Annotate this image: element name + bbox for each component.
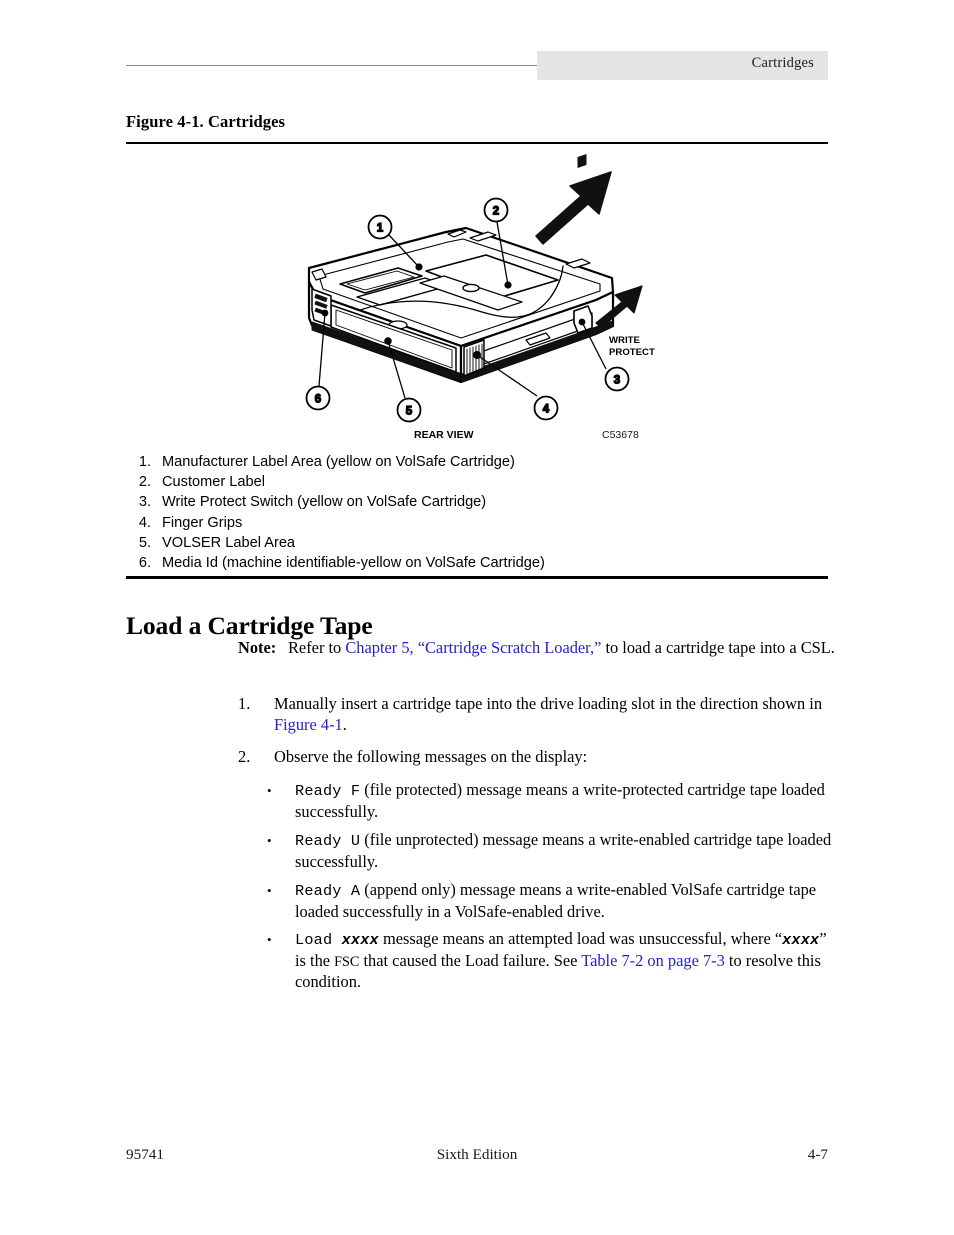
link-table-7-2[interactable]: Table 7-2 on page 7-3 <box>581 951 725 970</box>
message-code-variable: xxxx <box>341 931 379 949</box>
bullet-item: • Ready U (file unprotected) message mea… <box>267 830 837 872</box>
figure-cartridge-diagram: 1 2 3 4 5 6 WRITE PROTECT REAR VIEW C536… <box>126 150 828 450</box>
legend-item-number: 1. <box>138 454 151 470</box>
bullet-text: Ready F (file protected) message means a… <box>295 780 837 822</box>
callout-3-label: 3 <box>614 375 620 387</box>
figure-caption: Figure 4-1. Cartridges <box>126 112 286 131</box>
running-head-band: Cartridges <box>537 51 828 80</box>
write-protect-label-line2: PROTECT <box>609 347 655 358</box>
abbreviation-fsc: FSC <box>334 953 360 970</box>
step-text-before: Manually insert a cartridge tape into th… <box>274 694 823 713</box>
message-code: Ready U <box>295 832 361 850</box>
legend-item-text: Media Id (machine identifiable-yellow on… <box>162 555 545 572</box>
media-id-block <box>311 288 332 327</box>
step-text: Observe the following messages on the di… <box>274 747 588 766</box>
bullet-description-part-3: that caused the Load failure. See <box>359 950 582 970</box>
legend-item: 4. Finger Grips <box>126 513 828 533</box>
bullet-text: Ready A (append only) message means a wr… <box>295 880 837 922</box>
bullet-marker: • <box>267 833 272 848</box>
note-label: Note: <box>238 638 277 657</box>
write-protect-switch-slider <box>577 154 587 168</box>
bullet-item: • Load xxxx message means an attempted l… <box>267 929 837 993</box>
message-code: Load <box>295 931 342 949</box>
callout-5-label: 5 <box>406 406 413 418</box>
legend-item: 2. Customer Label <box>126 472 828 492</box>
page-footer: 95741 Sixth Edition 4-7 <box>126 1146 828 1170</box>
step-text-after: . <box>342 714 347 734</box>
link-figure-4-1[interactable]: Figure 4-1 <box>274 715 343 734</box>
legend-bottom-rule <box>126 576 828 579</box>
customer-label-hub-hole <box>462 283 480 293</box>
bullet-marker: • <box>267 883 272 898</box>
callout-2-label: 2 <box>493 206 499 218</box>
rear-view-label: REAR VIEW <box>414 429 474 441</box>
insert-direction-arrow <box>535 171 612 245</box>
step-item: 1. Manually insert a cartridge tape into… <box>238 694 838 735</box>
running-head-text: Cartridges <box>751 55 814 71</box>
legend-item-text: VOLSER Label Area <box>162 534 296 551</box>
link-cartridge-scratch-loader[interactable]: Chapter 5, “Cartridge Scratch Loader,” <box>345 638 601 657</box>
callout-6-label: 6 <box>315 394 321 406</box>
bullet-text: Ready U (file unprotected) message means… <box>295 830 837 872</box>
legend-item: 5. VOLSER Label Area <box>126 533 828 553</box>
legend-item-number: 3. <box>138 494 151 511</box>
bullet-description: (file unprotected) message means a write… <box>295 830 832 871</box>
figure-top-rule <box>126 142 828 145</box>
callout-2-dot <box>504 281 512 289</box>
note-text-after: to load a cartridge tape into a CSL. <box>601 638 835 657</box>
message-code: Ready A <box>295 882 361 900</box>
step-number: 1. <box>238 694 251 713</box>
legend-item-text: Manufacturer Label Area (yellow on VolSa… <box>162 454 515 470</box>
callout-1-dot <box>415 263 423 271</box>
footer-page-number: 4-7 <box>807 1146 828 1163</box>
callout-1-label: 1 <box>377 223 384 235</box>
figure-legend-list: 1. Manufacturer Label Area (yellow on Vo… <box>126 452 828 573</box>
variable-placeholder: xxxx <box>782 931 820 949</box>
legend-item: 1. Manufacturer Label Area (yellow on Vo… <box>126 452 828 472</box>
legend-item-number: 2. <box>138 474 151 491</box>
legend-item-text: Finger Grips <box>162 514 243 531</box>
legend-item-number: 5. <box>138 534 151 551</box>
write-protect-label-line1: WRITE <box>609 335 641 346</box>
callout-5-dot <box>384 337 392 345</box>
step-item: 2. Observe the following messages on the… <box>238 747 838 768</box>
note-block: Note: Refer to Chapter 5, “Cartridge Scr… <box>238 638 838 659</box>
section-heading: Load a Cartridge Tape <box>126 611 373 641</box>
bullet-marker: • <box>267 932 272 947</box>
step-number: 2. <box>238 747 251 766</box>
bullet-item: • Ready A (append only) message means a … <box>267 880 837 922</box>
message-code: Ready F <box>295 782 361 800</box>
step-text: Manually insert a cartridge tape into th… <box>274 694 838 735</box>
bullet-item: • Ready F (file protected) message means… <box>267 780 837 822</box>
bullet-description: (file protected) message means a write-p… <box>295 780 825 821</box>
callout-4-label: 4 <box>543 404 550 416</box>
legend-item-number: 4. <box>138 514 151 531</box>
bullet-text: Load xxxx message means an attempted loa… <box>295 929 837 993</box>
page-header: Cartridges <box>0 0 954 100</box>
bullet-description: (append only) message means a write-enab… <box>295 880 817 921</box>
legend-item-number: 6. <box>138 555 151 572</box>
callout-6-dot <box>321 309 329 317</box>
callout-3-dot <box>578 318 586 326</box>
bullet-marker: • <box>267 783 272 798</box>
drawing-id-label: C53678 <box>602 429 639 441</box>
bullet-description-part-1: message means an attempted load was unsu… <box>378 929 783 948</box>
footer-edition: Sixth Edition <box>436 1146 518 1163</box>
legend-item-text: Customer Label <box>162 474 266 491</box>
legend-item-text: Write Protect Switch (yellow on VolSafe … <box>162 494 487 511</box>
note-text-before: Refer to <box>288 638 346 657</box>
callout-4-dot <box>473 351 481 359</box>
legend-item: 6. Media Id (machine identifiable-yellow… <box>126 553 828 573</box>
note-body: Refer to Chapter 5, “Cartridge Scratch L… <box>288 638 838 659</box>
legend-item: 3. Write Protect Switch (yellow on VolSa… <box>126 492 828 512</box>
header-divider-rule <box>126 65 538 66</box>
